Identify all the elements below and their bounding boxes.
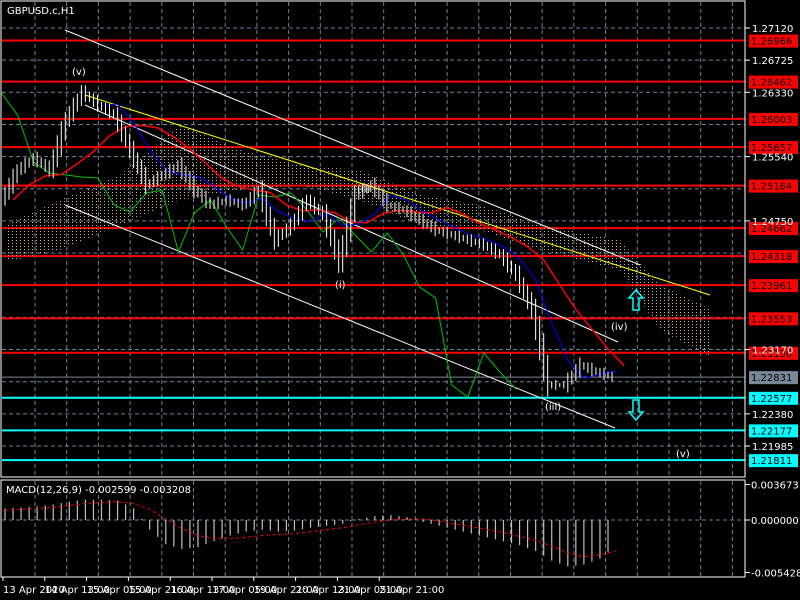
price-tick-label: 1.22380: [752, 410, 793, 421]
arrow-down-icon: [627, 399, 645, 422]
macd-tick-label: -0.005428: [751, 568, 800, 579]
chikou-span: [1, 92, 517, 398]
wave-label: (v): [676, 449, 690, 460]
macd-title: MACD(12,26,9) -0.002599 -0.003208: [6, 485, 191, 496]
price-level-label: 1.22577: [751, 394, 792, 405]
wave-label: (iv): [611, 322, 628, 333]
price-chart[interactable]: 1.269661.264621.260031.256571.251841.246…: [0, 0, 800, 600]
price-series: (v) (i) (ii) (iii) (iv) (v): [1, 67, 690, 460]
wave-label: (iii): [545, 402, 561, 413]
price-tick-label: 1.27120: [752, 24, 793, 35]
wave-label: (v): [72, 67, 86, 78]
price-level-label: 1.22177: [751, 426, 792, 437]
price-tick-label: 1.21985: [752, 442, 793, 453]
price-level-label: 1.25184: [751, 182, 792, 193]
macd-panel: [4, 499, 617, 567]
macd-signal-line: [4, 501, 617, 558]
price-tick-label: 1.26725: [752, 56, 793, 67]
current-price-label: 1.22831: [751, 373, 792, 384]
price-level-label: 1.23961: [751, 281, 792, 292]
price-tick-label: 1.26330: [752, 88, 793, 99]
macd-tick-label: 0.003673: [751, 480, 799, 491]
price-tick-label: 1.25540: [752, 153, 793, 164]
symbol-title: GBPUSD.c,H1: [7, 6, 75, 17]
price-level-label: 1.21811: [751, 456, 792, 467]
price-level-label: 1.26462: [751, 78, 792, 89]
price-level-label: 1.26966: [751, 37, 792, 48]
wave-label: (ii): [357, 184, 370, 195]
price-level-label: 1.23553: [751, 314, 792, 325]
price-level-label: 1.24318: [751, 252, 792, 263]
time-tick-label: 21 Apr 21:00: [379, 585, 444, 596]
price-level-label: 1.26003: [751, 115, 792, 126]
macd-tick-label: 0.000000: [751, 516, 799, 527]
wave-label: (i): [335, 280, 346, 291]
price-tick-label: 1.24750: [752, 217, 793, 228]
price-tick-label: 1.23170: [752, 346, 793, 357]
